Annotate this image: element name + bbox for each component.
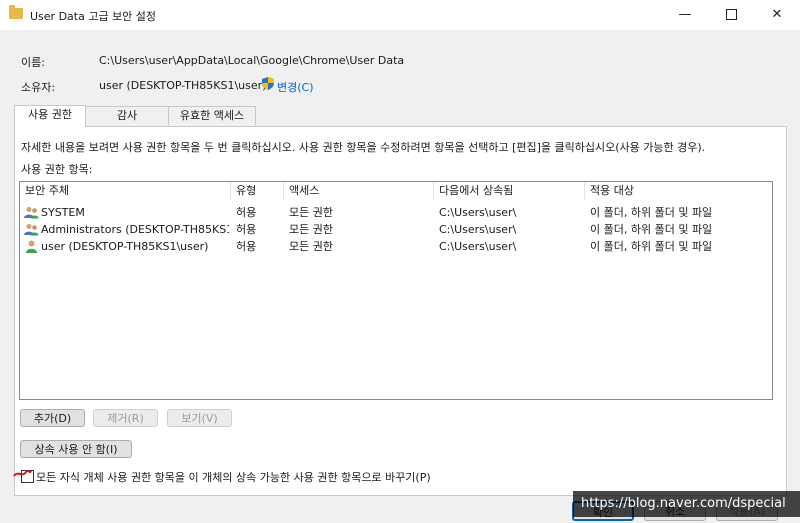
remove-button[interactable]: 제거(R) <box>93 409 158 427</box>
owner-value: user (DESKTOP-TH85KS1\user) <box>99 79 267 92</box>
col-access[interactable]: 액세스 <box>284 182 434 200</box>
security-settings-window: User Data 고급 보안 설정 — ✕ 이름: C:\Users\user… <box>0 0 800 523</box>
col-type[interactable]: 유형 <box>231 182 284 200</box>
table-row[interactable]: user (DESKTOP-TH85KS1\user) 허용 모든 권한 C:\… <box>20 238 772 255</box>
red-scribble-icon <box>13 470 32 477</box>
list-header: 보안 주체 유형 액세스 다음에서 상속됨 적용 대상 <box>20 182 772 200</box>
window-title: User Data 고급 보안 설정 <box>30 10 157 23</box>
table-row[interactable]: SYSTEM 허용 모든 권한 C:\Users\user\ 이 폴더, 하위 … <box>20 204 772 221</box>
view-button[interactable]: 보기(V) <box>167 409 232 427</box>
minimize-button[interactable]: — <box>662 0 708 30</box>
title-bar[interactable]: User Data 고급 보안 설정 — ✕ <box>0 0 800 30</box>
users-icon <box>24 224 39 236</box>
owner-label: 소유자: <box>21 81 56 94</box>
principal-cell: SYSTEM <box>41 206 85 219</box>
inherited-cell: C:\Users\user\ <box>439 223 517 236</box>
access-cell: 모든 권한 <box>289 240 333 253</box>
name-label: 이름: <box>21 56 45 69</box>
type-cell: 허용 <box>236 240 257 253</box>
blog-watermark: https://blog.naver.com/dspecial <box>573 491 800 517</box>
type-cell: 허용 <box>236 223 257 236</box>
principal-cell: Administrators (DESKTOP-TH85KS1\... <box>41 223 229 236</box>
table-row[interactable]: Administrators (DESKTOP-TH85KS1\... 허용 모… <box>20 221 772 238</box>
col-inherited-from[interactable]: 다음에서 상속됨 <box>434 182 585 200</box>
name-value: C:\Users\user\AppData\Local\Google\Chrom… <box>99 54 405 67</box>
type-cell: 허용 <box>236 206 257 219</box>
tab-effective-access[interactable]: 유효한 액세스 <box>168 106 256 125</box>
tab-permissions[interactable]: 사용 권한 <box>14 105 86 127</box>
description-text: 자세한 내용을 보려면 사용 권한 항목을 두 번 클릭하십시오. 사용 권한 … <box>21 141 706 154</box>
tab-auditing[interactable]: 감사 <box>85 106 169 125</box>
folder-icon <box>9 5 23 19</box>
col-applies-to[interactable]: 적용 대상 <box>585 182 772 200</box>
close-button[interactable]: ✕ <box>754 0 800 30</box>
change-owner-link[interactable]: 변경(C) <box>277 79 314 95</box>
col-principal[interactable]: 보안 주체 <box>20 182 231 200</box>
inherited-cell: C:\Users\user\ <box>439 206 517 219</box>
replace-child-permissions-label[interactable]: 모든 자식 개체 사용 권한 항목을 이 개체의 상속 가능한 사용 권한 항목… <box>36 469 431 485</box>
user-icon <box>26 240 37 253</box>
dialog-content: 이름: C:\Users\user\AppData\Local\Google\C… <box>0 30 800 523</box>
add-button[interactable]: 추가(D) <box>20 409 85 427</box>
maximize-icon <box>725 9 737 20</box>
applies-cell: 이 폴더, 하위 폴더 및 파일 <box>590 206 713 219</box>
applies-cell: 이 폴더, 하위 폴더 및 파일 <box>590 240 713 253</box>
uac-shield-icon <box>262 77 274 90</box>
users-icon <box>24 207 39 219</box>
inherited-cell: C:\Users\user\ <box>439 240 517 253</box>
permission-entries-label: 사용 권한 항목: <box>21 163 93 176</box>
access-cell: 모든 권한 <box>289 223 333 236</box>
maximize-button[interactable] <box>708 0 754 30</box>
applies-cell: 이 폴더, 하위 폴더 및 파일 <box>590 223 713 236</box>
access-cell: 모든 권한 <box>289 206 333 219</box>
principal-cell: user (DESKTOP-TH85KS1\user) <box>41 240 209 253</box>
permission-entries-list[interactable]: 보안 주체 유형 액세스 다음에서 상속됨 적용 대상 SYSTEM 허용 모든… <box>19 181 773 400</box>
disable-inheritance-button[interactable]: 상속 사용 안 함(I) <box>20 440 132 458</box>
